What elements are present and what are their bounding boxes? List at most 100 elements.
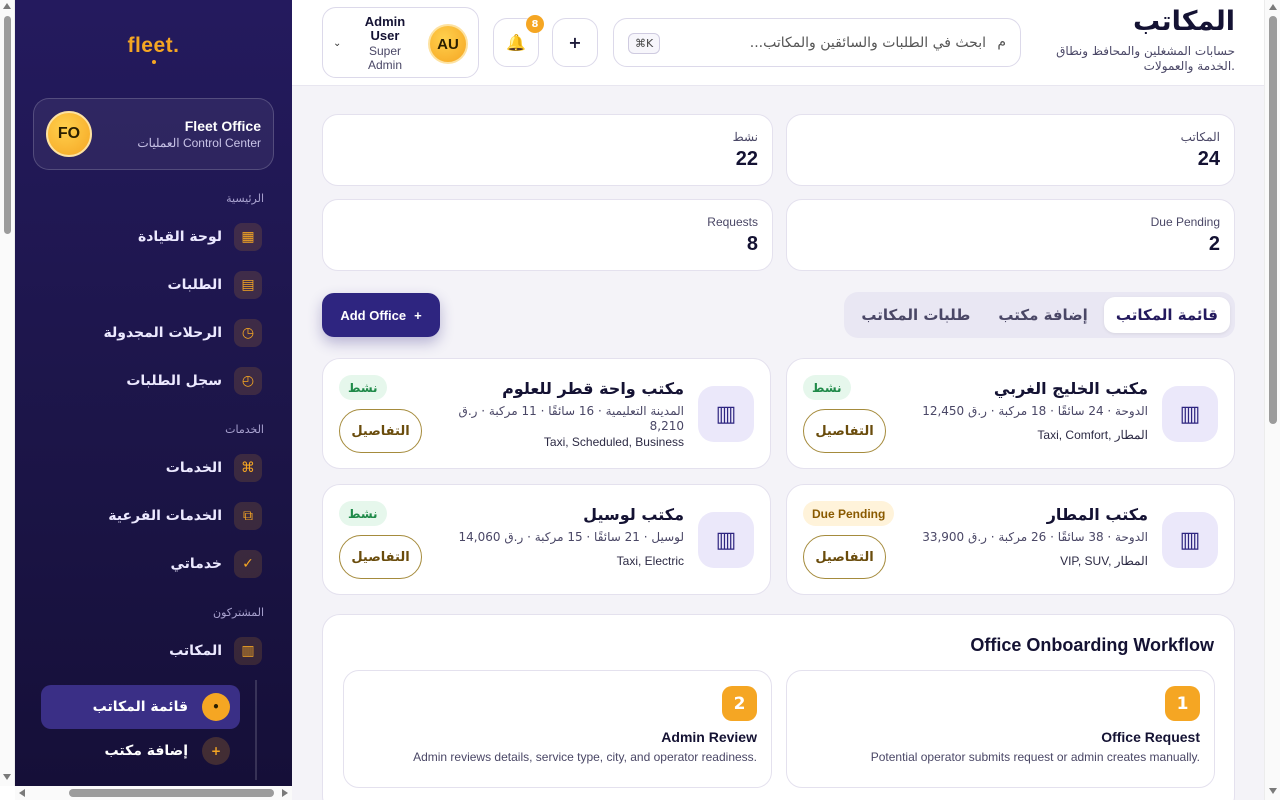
notifications-button[interactable]: 🔔 8 [493,15,544,67]
tab-office-list[interactable]: قائمة المكاتب [1103,297,1230,333]
scroll-right-arrow-icon[interactable] [282,789,288,797]
sidebar-item-offices[interactable]: ▥ المكاتب [169,636,262,666]
stat-value: 8 [746,233,758,255]
user-menu[interactable]: AU Admin User Super Admin ⌄ [322,7,479,78]
details-button[interactable]: التفاصيل [803,535,886,579]
sidebar-item-label: لوحة القيادة [137,229,222,245]
stat-card-offices: المكاتب 24 [786,114,1235,186]
office-meta: لوسيل · 21 سائقًا · 15 مركبة · ر.ق 14,06… [458,530,684,544]
sidebar-item-label: الطلبات [167,277,222,293]
office-card: ▥ مكتب لوسيل لوسيل · 21 سائقًا · 15 مركب… [322,484,771,595]
search-icon: م [997,34,1006,50]
building-icon: ▥ [1162,512,1218,568]
sidebar-item-dashboard[interactable]: ▦ لوحة القيادة [138,222,262,252]
logo[interactable]: fleet. [15,34,292,64]
stat-value: 2 [1208,233,1220,255]
step-number: 1 [1165,686,1200,721]
office-name: مكتب الخليج الغربي [993,379,1148,398]
details-button[interactable]: التفاصيل [803,409,886,453]
building-icon: ▥ [1162,386,1218,442]
sidebar-subitem-label: قائمة المكاتب [92,699,188,715]
chevron-down-icon[interactable]: ⌄ [333,38,341,49]
details-button[interactable]: التفاصيل [339,409,422,453]
status-badge: Due Pending [803,501,895,526]
scroll-up-arrow-icon[interactable] [1269,4,1277,10]
office-name: مكتب لوسيل [583,505,684,524]
shortcut-hint: ⌘K [628,33,661,54]
details-button[interactable]: التفاصيل [339,535,422,579]
notification-count-badge: 8 [526,15,544,33]
sidebar-item-request-history[interactable]: ◴ سجل الطلبات [126,366,262,396]
scroll-left-arrow-icon[interactable] [19,789,25,797]
page-scroll-thumb[interactable] [1269,16,1277,424]
brand-name: Fleet Office [184,118,261,134]
page-title: المكاتب [1132,6,1235,37]
office-card: ▥ مكتب واحة قطر للعلوم المدينة التعليمية… [322,358,771,469]
sidebar-subitem-add-office[interactable]: + إضافة مكتب [41,729,240,773]
scroll-down-arrow-icon[interactable] [1269,788,1277,794]
search-box[interactable]: م ⌘K [613,18,1021,67]
status-badge: نشط [803,375,851,400]
horizontal-scroll-thumb[interactable] [69,789,274,797]
sidebar-horizontal-scrollbar[interactable] [15,786,292,800]
tab-office-requests[interactable]: طلبات المكاتب [849,297,982,333]
scroll-up-arrow-icon[interactable] [3,3,11,9]
office-meta: الدوحة · 24 سائقًا · 18 مركبة · ر.ق 12,4… [922,404,1148,418]
stat-label: نشط [732,130,758,144]
sidebar-scrollbar[interactable] [0,0,15,786]
dot-icon: • [202,693,230,721]
sidebar-item-label: سجل الطلبات [126,373,222,389]
office-tabs: قائمة المكاتب إضافة مكتب طلبات المكاتب [844,292,1235,338]
add-office-button[interactable]: + Add Office [322,293,440,337]
status-badge: نشط [339,375,387,400]
stat-label: Due Pending [1150,215,1220,229]
sidebar-item-label: الخدمات الفرعية [108,508,222,524]
sidebar-item-requests[interactable]: ▤ الطلبات [168,270,262,300]
sidebar-subitem-office-list[interactable]: • قائمة المكاتب [41,685,240,729]
office-tags: Taxi, Comfort, المطار [1037,428,1148,442]
section-label-subscribers: المشتركون [213,606,264,619]
step-description: Potential operator submits request or ad… [870,750,1200,764]
sidebar-item-services[interactable]: ⌘ الخدمات [166,453,262,483]
sidebar-item-my-services[interactable]: ✓ خدماتي [170,549,262,579]
search-input[interactable] [676,32,986,54]
clock-icon: ◷ [234,319,262,347]
office-card: ▥ مكتب المطار الدوحة · 38 سائقًا · 26 مر… [786,484,1235,595]
sidebar-item-sub-services[interactable]: ⧉ الخدمات الفرعية [108,501,262,531]
section-label-services: الخدمات [225,423,264,436]
stat-value: 22 [735,148,758,170]
office-meta: المدينة التعليمية · 16 سائقًا · 11 مركبة… [458,404,684,433]
stat-label: المكاتب [1180,130,1220,144]
status-badge: نشط [339,501,387,526]
user-role: Super Admin [367,44,402,72]
stat-value: 24 [1197,148,1220,170]
sidebar-item-label: خدماتي [170,556,222,572]
logo-dot-icon [151,60,156,64]
brand-card[interactable]: FO Fleet Office العمليات Control Center [33,98,274,170]
user-name: Admin User [364,14,406,43]
stat-label: Requests [707,215,758,229]
office-tags: Taxi, Electric [616,554,684,568]
sidebar-scroll-thumb[interactable] [4,16,11,234]
workflow-step: 1 Office Request Potential operator subm… [786,670,1215,788]
plus-icon: + [568,33,582,52]
office-tags: VIP, SUV, المطار [1060,554,1148,568]
scroll-down-arrow-icon[interactable] [3,774,11,780]
main-content: المكاتب حسابات المشغلين والمحافظ ونطاق ا… [292,0,1264,800]
sidebar-item-label: الخدمات [165,460,222,476]
section-label-main: الرئيسية [226,192,264,205]
page-description: حسابات المشغلين والمحافظ ونطاق الخدمة وا… [1056,44,1235,73]
stat-card-requests: Requests 8 [322,199,773,271]
sidebar-item-label: الرحلات المجدولة [103,325,223,341]
logo-text: fleet. [127,34,180,57]
step-title: Admin Review [661,729,757,745]
dashboard-icon: ▦ [234,223,262,251]
brand-avatar: FO [46,111,92,157]
quick-add-button[interactable]: + [552,18,598,67]
page-scrollbar[interactable] [1264,0,1280,800]
tab-add-office[interactable]: إضافة مكتب [986,297,1099,333]
office-name: مكتب المطار [1046,505,1148,524]
sidebar-item-scheduled-trips[interactable]: ◷ الرحلات المجدولة [103,318,262,348]
step-title: Office Request [1101,729,1200,745]
brand-subtitle: العمليات Control Center [137,136,261,150]
